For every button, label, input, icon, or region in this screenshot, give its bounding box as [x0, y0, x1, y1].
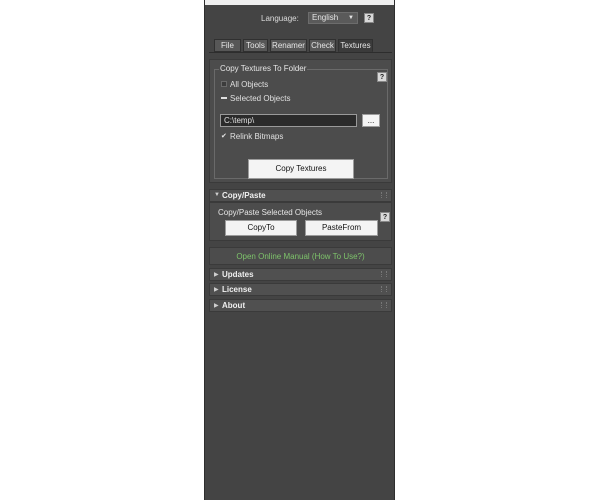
copy-textures-group-title: Copy Textures To Folder [219, 64, 308, 73]
tab-renamer[interactable]: Renamer [270, 39, 307, 52]
checkmark-icon: ✔ [221, 132, 227, 140]
about-rollout-header[interactable]: ▶ About [209, 299, 392, 312]
language-dropdown[interactable]: English ▼ [308, 12, 358, 24]
tab-file[interactable]: File [214, 39, 241, 52]
collapsed-triangle-icon: ▶ [214, 272, 219, 278]
tab-textures[interactable]: Textures [338, 39, 373, 52]
copy-textures-button[interactable]: Copy Textures [248, 159, 354, 179]
path-input[interactable]: C:\temp\ [220, 114, 357, 127]
relink-bitmaps-label: Relink Bitmaps [230, 132, 284, 141]
expanded-triangle-icon: ▼ [214, 192, 220, 198]
copy-paste-section: Copy/Paste Selected Objects ? CopyTo Pas… [209, 202, 392, 241]
language-selected: English [312, 13, 339, 22]
updates-title: Updates [222, 270, 254, 279]
option-selected-objects[interactable]: Selected Objects [221, 94, 290, 103]
tab-divider [209, 52, 392, 53]
option-all-objects[interactable]: All Objects [221, 80, 268, 89]
online-manual-link[interactable]: Open Online Manual (How To Use?) [210, 252, 391, 261]
license-rollout-header[interactable]: ▶ License [209, 283, 392, 296]
grip-icon [381, 271, 387, 277]
language-help-button[interactable]: ? [364, 13, 374, 23]
relink-bitmaps-checkbox[interactable]: ✔ Relink Bitmaps [221, 132, 283, 141]
radio-off-icon [221, 80, 227, 87]
grip-icon [381, 286, 387, 292]
browse-button[interactable]: ... [362, 114, 380, 127]
collapsed-triangle-icon: ▶ [214, 303, 219, 309]
grip-icon [381, 302, 387, 308]
copy-paste-title: Copy/Paste [222, 191, 266, 200]
copy-to-button[interactable]: CopyTo [225, 220, 297, 236]
copy-paste-rollout-header[interactable]: ▼ Copy/Paste [209, 189, 392, 202]
copy-paste-help-button[interactable]: ? [380, 212, 390, 222]
dropdown-arrow-icon: ▼ [348, 15, 354, 21]
about-title: About [222, 301, 246, 310]
tab-tools[interactable]: Tools [243, 39, 268, 52]
copy-paste-group-title: Copy/Paste Selected Objects [218, 208, 323, 217]
textures-help-button[interactable]: ? [377, 72, 387, 82]
updates-rollout-header[interactable]: ▶ Updates [209, 268, 392, 281]
paste-from-button[interactable]: PasteFrom [305, 220, 378, 236]
collapsed-triangle-icon: ▶ [214, 287, 219, 293]
top-strip [205, 0, 394, 5]
grip-icon [381, 192, 387, 198]
textures-section: Copy Textures To Folder ? All Objects Se… [209, 59, 392, 183]
copy-textures-group: Copy Textures To Folder ? All Objects Se… [214, 64, 388, 179]
option-selected-objects-label: Selected Objects [230, 94, 291, 103]
script-panel: Language: English ▼ ? File Tools Renamer… [204, 0, 395, 500]
tab-check[interactable]: Check [309, 39, 336, 52]
license-title: License [222, 285, 252, 294]
option-all-objects-label: All Objects [230, 80, 269, 89]
language-label: Language: [261, 14, 299, 23]
manual-section: Open Online Manual (How To Use?) [209, 247, 392, 265]
radio-on-icon [221, 95, 227, 101]
